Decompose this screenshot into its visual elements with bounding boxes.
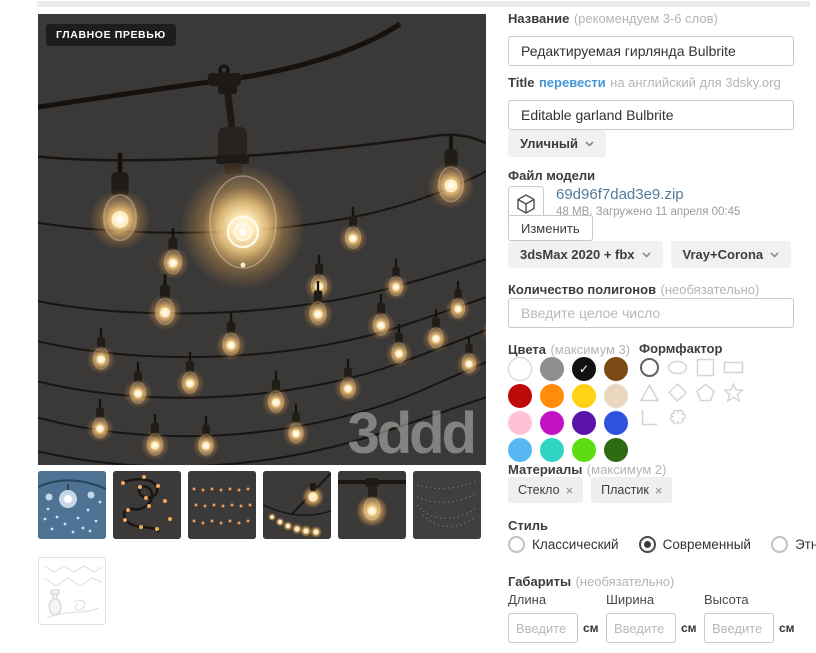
main-preview-image: ГЛАВНОЕ ПРЕВЬЮ 3ddd — [38, 14, 486, 465]
remove-tag-icon[interactable]: × — [655, 483, 663, 498]
radio-icon — [508, 536, 525, 553]
material-tag-glass: Стекло × — [508, 477, 583, 503]
name-label: Название — [508, 11, 569, 26]
shape-diamond-icon[interactable] — [667, 382, 688, 403]
name-input[interactable] — [508, 36, 794, 66]
colors-label: Цвета — [508, 342, 546, 357]
shape-circle-icon-selected[interactable] — [639, 357, 660, 378]
color-swatch-brown[interactable] — [604, 357, 628, 381]
color-swatch-magenta[interactable] — [540, 411, 564, 435]
preview-thumbnails — [38, 471, 481, 539]
color-swatch-turquoise[interactable] — [540, 438, 564, 462]
remove-tag-icon[interactable]: × — [566, 483, 574, 498]
color-swatch-dark-green[interactable] — [604, 438, 628, 462]
height-unit: см — [779, 621, 795, 635]
chevron-down-icon — [642, 252, 651, 258]
model-file-link[interactable]: 69d96f7dad3e9.zip — [556, 186, 740, 203]
shape-pentagon-icon[interactable] — [695, 382, 716, 403]
shape-square-icon[interactable] — [695, 357, 716, 378]
width-label: Ширина — [606, 592, 695, 607]
render-engine-dropdown[interactable]: Vray+Corona — [671, 241, 792, 268]
length-unit: см — [583, 621, 599, 635]
main-preview-badge: ГЛАВНОЕ ПРЕВЬЮ — [46, 24, 176, 46]
garland-render — [38, 14, 486, 465]
thumbnail-hanging-bulbs-cluster[interactable] — [263, 471, 331, 539]
dimensions-label: Габариты — [508, 574, 571, 589]
formfactor-grid — [639, 357, 744, 428]
style-radio-classic[interactable]: Классический — [508, 536, 619, 553]
color-swatch-green[interactable] — [572, 438, 596, 462]
color-swatch-purple[interactable] — [572, 411, 596, 435]
style-radio-ethnic[interactable]: Этнический — [771, 536, 816, 553]
width-input[interactable] — [606, 613, 676, 643]
polygons-input[interactable] — [508, 298, 794, 328]
polygons-hint: (необязательно) — [661, 282, 760, 297]
thumbnail-curly-wire[interactable] — [113, 471, 181, 539]
thumbnail-single-bulb[interactable] — [338, 471, 406, 539]
color-swatch-gray[interactable] — [540, 357, 564, 381]
category-dropdown[interactable]: Уличный — [508, 130, 606, 157]
material-tag-plastic: Пластик × — [591, 477, 672, 503]
shape-star-icon[interactable] — [723, 382, 744, 403]
length-label: Длина — [508, 592, 597, 607]
color-swatch-yellow[interactable] — [572, 384, 596, 408]
shape-ellipse-icon[interactable] — [667, 357, 688, 378]
watermark-3ddd: 3ddd — [347, 405, 474, 463]
cube-icon — [515, 193, 537, 215]
shape-triangle-icon[interactable] — [639, 382, 660, 403]
thumbnail-garland-overview-selected[interactable] — [38, 471, 106, 539]
chevron-down-icon — [770, 252, 779, 258]
thumbnail-wireframe-sketch[interactable] — [38, 557, 106, 625]
shape-blob-icon[interactable] — [667, 407, 688, 428]
name-hint: (рекомендуем 3-6 слов) — [574, 11, 718, 26]
color-swatch-beige[interactable] — [604, 384, 628, 408]
title-hint: на английский для 3dsky.org — [610, 75, 781, 90]
polygons-label: Количество полигонов — [508, 282, 656, 297]
height-input[interactable] — [704, 613, 774, 643]
dimensions-hint: (необязательно) — [576, 574, 675, 589]
thumbnail-dot-rows[interactable] — [188, 471, 256, 539]
model-edit-form: Название (рекомендуем 3-6 слов) Title пе… — [508, 0, 808, 653]
width-unit: см — [681, 621, 697, 635]
style-radio-modern-selected[interactable]: Современный — [639, 536, 751, 553]
materials-label: Материалы — [508, 462, 582, 477]
color-swatch-red[interactable] — [508, 384, 532, 408]
color-swatch-grid: ✓ — [508, 357, 633, 462]
color-swatch-orange[interactable] — [540, 384, 564, 408]
color-swatch-black-selected[interactable]: ✓ — [572, 357, 596, 381]
style-label: Стиль — [508, 518, 548, 533]
shape-corner-icon[interactable] — [639, 407, 660, 428]
radio-selected-icon — [639, 536, 656, 553]
colors-hint: (максимум 3) — [550, 342, 630, 357]
title-input[interactable] — [508, 100, 794, 130]
change-file-button[interactable]: Изменить — [508, 215, 593, 241]
height-label: Высота — [704, 592, 793, 607]
materials-hint: (максимум 2) — [587, 462, 667, 477]
format-dropdown[interactable]: 3dsMax 2020 + fbx — [508, 241, 663, 268]
length-input[interactable] — [508, 613, 578, 643]
thumbnail-faint-strings[interactable] — [413, 471, 481, 539]
radio-icon — [771, 536, 788, 553]
title-label: Title — [508, 75, 535, 90]
check-icon: ✓ — [572, 357, 596, 381]
color-swatch-blue[interactable] — [604, 411, 628, 435]
color-swatch-light-blue[interactable] — [508, 438, 532, 462]
file-section-label: Файл модели — [508, 168, 595, 183]
chevron-down-icon — [585, 141, 594, 147]
shape-rectangle-icon[interactable] — [723, 357, 744, 378]
formfactor-label: Формфактор — [639, 341, 722, 356]
translate-link[interactable]: перевести — [539, 75, 606, 90]
color-swatch-pink[interactable] — [508, 411, 532, 435]
color-swatch-white[interactable] — [508, 357, 532, 381]
